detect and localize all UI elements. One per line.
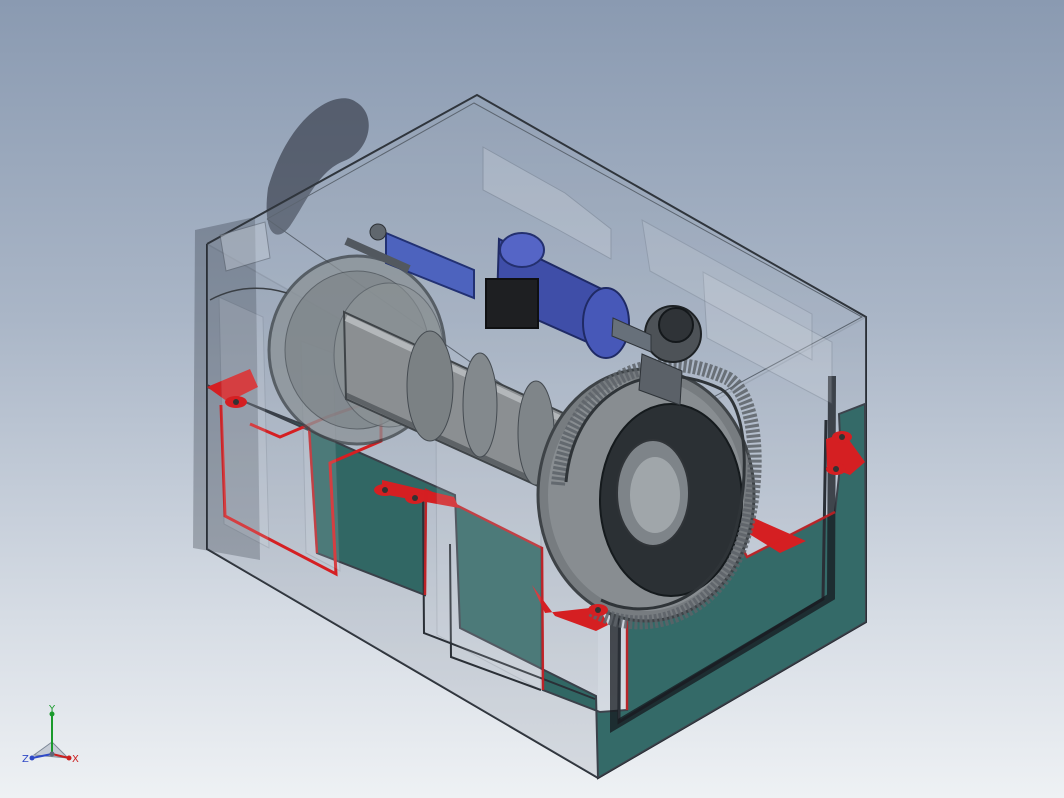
cad-model-scene[interactable] (0, 0, 1064, 798)
z-axis-end (29, 755, 35, 761)
orientation-triad[interactable]: Y X Z (18, 700, 88, 770)
bevel-gear[interactable] (536, 357, 762, 630)
x-axis-label: X (72, 754, 79, 765)
y-axis-label: Y (48, 704, 56, 715)
cad-viewport[interactable]: Y X Z (0, 0, 1064, 798)
x-axis-end (66, 755, 72, 761)
z-axis-label: Z (22, 754, 29, 765)
triad-origin (49, 751, 55, 757)
